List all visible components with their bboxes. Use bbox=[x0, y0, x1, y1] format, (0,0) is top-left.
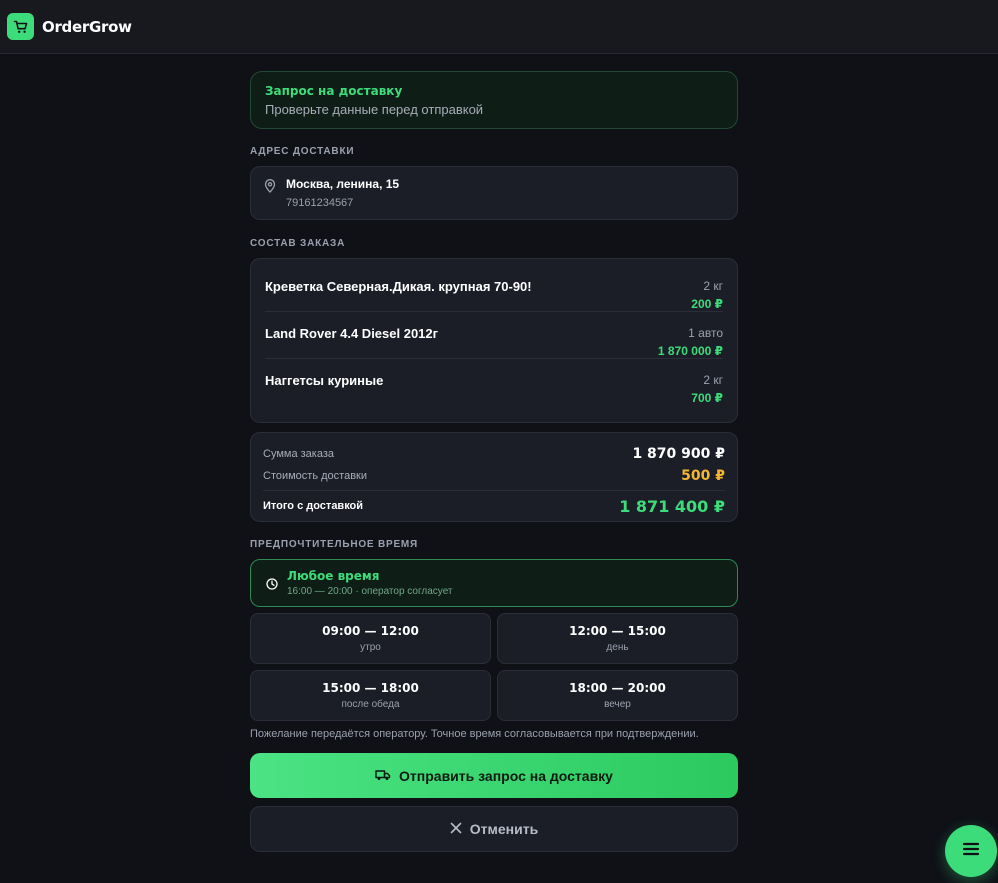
delivery-cost-label: Стоимость доставки bbox=[263, 470, 367, 482]
brand-name[interactable]: OrderGrow bbox=[42, 18, 132, 36]
cancel-label: Отменить bbox=[469, 821, 539, 837]
total-label: Итого с доставкой bbox=[263, 500, 364, 512]
address-phone: 79161234567 bbox=[286, 197, 354, 209]
time-slot-evening[interactable]: 18:00 — 20:00 вечер bbox=[497, 670, 738, 721]
request-header-card: Запрос на доставку Проверьте данные пере… bbox=[250, 71, 738, 129]
close-icon bbox=[450, 821, 462, 837]
address-section-label: АДРЕС ДОСТАВКИ bbox=[250, 146, 355, 157]
item-price: 200 ₽ bbox=[691, 297, 723, 311]
slot-label: утро bbox=[360, 642, 381, 653]
any-time-subtitle: 16:00 — 20:00 · оператор согласует bbox=[287, 586, 453, 597]
time-slots-grid: 09:00 — 12:00 утро 12:00 — 15:00 день 15… bbox=[250, 613, 738, 721]
time-slot-morning[interactable]: 09:00 — 12:00 утро bbox=[250, 613, 491, 664]
item-qty: 2 кг bbox=[703, 279, 723, 293]
address-line: Москва, ленина, 15 bbox=[286, 177, 400, 191]
order-item-row: Наггетсы куриные 2 кг 700 ₽ bbox=[265, 359, 723, 406]
map-pin-icon bbox=[264, 179, 276, 198]
item-price: 700 ₽ bbox=[691, 391, 723, 405]
order-summary-card: Сумма заказа 1 870 900 ₽ Стоимость доста… bbox=[250, 432, 738, 522]
time-slot-afternoon[interactable]: 15:00 — 18:00 после обеда bbox=[250, 670, 491, 721]
slot-label: после обеда bbox=[341, 699, 400, 710]
item-price: 1 870 000 ₽ bbox=[657, 344, 723, 358]
slot-time: 18:00 — 20:00 bbox=[569, 681, 666, 695]
delivery-request-form: Запрос на доставку Проверьте данные пере… bbox=[250, 71, 738, 852]
send-request-button[interactable]: Отправить запрос на доставку bbox=[250, 753, 738, 798]
cart-icon[interactable] bbox=[7, 13, 34, 40]
request-subtitle: Проверьте данные перед отправкой bbox=[265, 102, 484, 117]
item-name: Креветка Северная.Дикая. крупная 70-90! bbox=[265, 279, 532, 294]
address-card: Москва, ленина, 15 79161234567 bbox=[250, 166, 738, 220]
order-sum-value: 1 870 900 ₽ bbox=[632, 446, 725, 462]
clock-icon bbox=[266, 577, 278, 595]
order-section-label: СОСТАВ ЗАКАЗА bbox=[250, 238, 346, 249]
slot-label: день bbox=[606, 642, 629, 653]
cancel-button[interactable]: Отменить bbox=[250, 806, 738, 852]
send-request-label: Отправить запрос на доставку bbox=[399, 767, 613, 784]
top-bar: OrderGrow bbox=[0, 0, 998, 54]
item-name: Land Rover 4.4 Diesel 2012г bbox=[265, 326, 439, 341]
slot-time: 15:00 — 18:00 bbox=[322, 681, 419, 695]
item-name: Наггетсы куриные bbox=[265, 373, 384, 388]
item-qty: 2 кг bbox=[703, 373, 723, 387]
menu-fab-button[interactable] bbox=[945, 825, 997, 877]
time-section-label: ПРЕДПОЧТИТЕЛЬНОЕ ВРЕМЯ bbox=[250, 539, 419, 550]
order-sum-label: Сумма заказа bbox=[263, 448, 334, 460]
any-time-option[interactable]: Любое время 16:00 — 20:00 · оператор сог… bbox=[250, 559, 738, 607]
truck-icon bbox=[375, 768, 391, 784]
order-item-row: Креветка Северная.Дикая. крупная 70-90! … bbox=[265, 265, 723, 312]
time-note: Пожелание передаётся оператору. Точное в… bbox=[250, 728, 699, 740]
item-qty: 1 авто bbox=[688, 326, 723, 340]
any-time-title: Любое время bbox=[287, 569, 380, 583]
slot-label: вечер bbox=[604, 699, 631, 710]
request-title: Запрос на доставку bbox=[265, 84, 403, 98]
total-value: 1 871 400 ₽ bbox=[619, 496, 725, 516]
menu-icon bbox=[962, 841, 980, 862]
summary-divider bbox=[263, 490, 725, 491]
slot-time: 09:00 — 12:00 bbox=[322, 624, 419, 638]
order-item-row: Land Rover 4.4 Diesel 2012г 1 авто 1 870… bbox=[265, 312, 723, 359]
slot-time: 12:00 — 15:00 bbox=[569, 624, 666, 638]
delivery-cost-value: 500 ₽ bbox=[681, 468, 725, 484]
order-items-card: Креветка Северная.Дикая. крупная 70-90! … bbox=[250, 258, 738, 423]
time-slot-day[interactable]: 12:00 — 15:00 день bbox=[497, 613, 738, 664]
